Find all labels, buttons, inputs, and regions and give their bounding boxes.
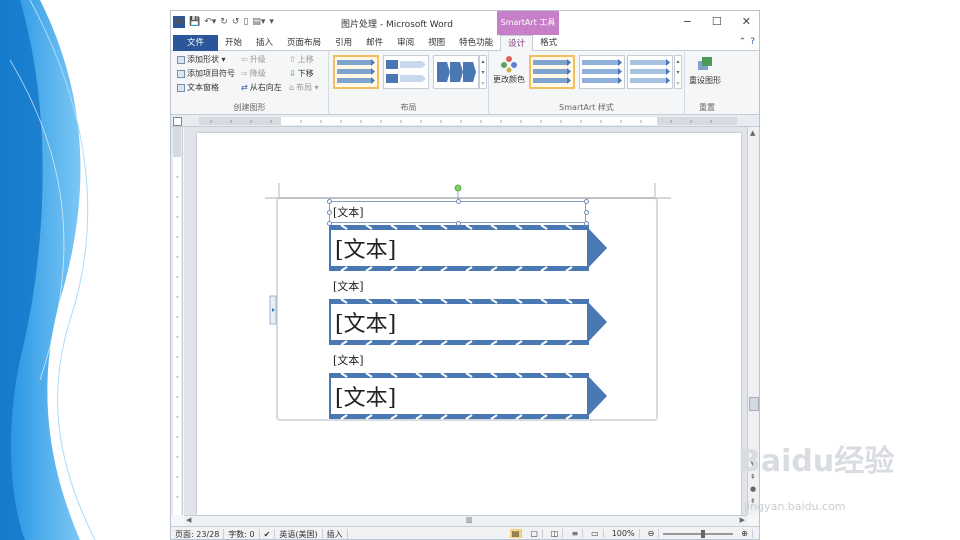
scroll-right-icon[interactable]: ▶ xyxy=(740,516,745,524)
resize-handle[interactable] xyxy=(584,199,589,204)
word-window: W 💾 ↶▾ ↻ ↺ ▯ ▤▾ ▾ 图片处理 - Microsoft Word … xyxy=(170,10,760,540)
word-count[interactable]: 字数: 0 xyxy=(224,528,260,539)
watermark-logo: Baidu经验 xyxy=(738,444,895,479)
resize-handle[interactable] xyxy=(456,221,461,226)
browse-object-icon[interactable]: ● xyxy=(750,485,756,493)
print-layout-icon[interactable]: ▤ xyxy=(509,529,523,538)
resize-handle[interactable] xyxy=(327,221,332,226)
scroll-thumb[interactable] xyxy=(749,397,759,411)
zoom-out-icon[interactable]: ⊖ xyxy=(644,529,660,538)
watermark-url: jingyan.baidu.com xyxy=(744,500,846,513)
outline-icon[interactable]: ≡ xyxy=(567,529,584,538)
scroll-up-icon[interactable]: ▲ xyxy=(750,129,755,137)
zoom-level[interactable]: 100% xyxy=(608,529,640,538)
resize-handle[interactable] xyxy=(327,199,332,204)
zoom-in-icon[interactable]: ⊕ xyxy=(737,529,753,538)
full-screen-icon[interactable]: ▢ xyxy=(526,529,543,538)
resize-handle[interactable] xyxy=(584,221,589,226)
decorative-background xyxy=(0,0,96,540)
zoom-slider[interactable] xyxy=(663,529,734,538)
insert-mode[interactable]: 插入 xyxy=(323,528,348,539)
selected-text-box[interactable] xyxy=(329,201,586,223)
scroll-left-icon[interactable]: ◀ xyxy=(186,516,191,524)
zoom-controls: ▤ ▢ ◫ ≡ ▭ 100% ⊖ ⊕ xyxy=(509,529,753,538)
status-bar: 页面: 23/28 字数: 0 ✔ 英语(美国) 插入 ▤ ▢ ◫ ≡ ▭ 10… xyxy=(171,526,759,539)
page-count[interactable]: 页面: 23/28 xyxy=(171,528,225,539)
resize-handle[interactable] xyxy=(327,210,332,215)
zoom-slider-knob[interactable] xyxy=(701,529,706,538)
slide: W 💾 ↶▾ ↻ ↺ ▯ ▤▾ ▾ 图片处理 - Microsoft Word … xyxy=(0,0,960,540)
smartart-text-2[interactable]: [文本] xyxy=(335,306,396,338)
web-layout-icon[interactable]: ◫ xyxy=(547,529,564,538)
resize-handle[interactable] xyxy=(456,199,461,204)
smartart-label-1[interactable]: [文本] xyxy=(333,204,364,220)
smartart-graphic[interactable] xyxy=(171,11,760,540)
smartart-label-3[interactable]: [文本] xyxy=(333,352,364,368)
smartart-text-1[interactable]: [文本] xyxy=(335,232,396,264)
smartart-label-2[interactable]: [文本] xyxy=(333,278,364,294)
proofing-icon[interactable]: ✔ xyxy=(260,529,276,539)
horizontal-scrollbar[interactable]: ◀ ▥ ▶ xyxy=(184,515,747,526)
language[interactable]: 英语(美国) xyxy=(275,528,323,539)
resize-handle[interactable] xyxy=(584,210,589,215)
draft-icon[interactable]: ▭ xyxy=(587,529,604,538)
smartart-text-3[interactable]: [文本] xyxy=(335,380,396,412)
scroll-thumb-h[interactable]: ▥ xyxy=(466,516,473,524)
